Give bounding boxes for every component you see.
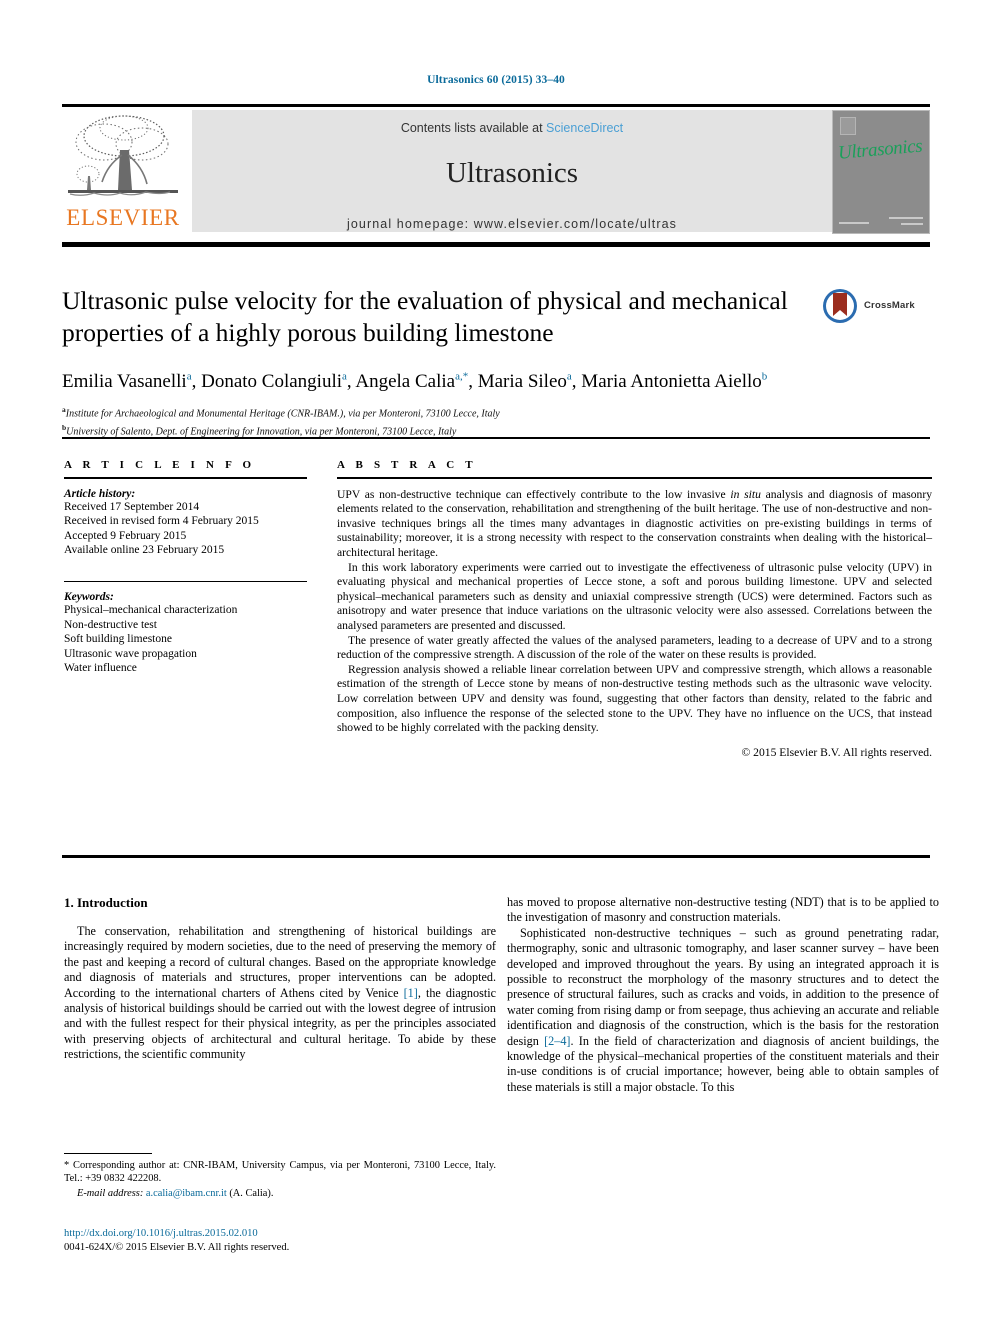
author-name: Maria Sileo xyxy=(477,371,567,393)
affiliation-text: University of Salento, Dept. of Engineer… xyxy=(66,426,457,438)
introduction-left-text: The conservation, rehabilitation and str… xyxy=(64,924,496,1063)
running-head: Ultrasonics 60 (2015) 33–40 xyxy=(427,74,565,86)
cover-footer-line-right-1 xyxy=(889,217,923,219)
elsevier-logo: ELSEVIER xyxy=(62,110,184,232)
article-history-item: Received 17 September 2014 xyxy=(64,500,200,513)
footnote-block: * Corresponding author at: CNR-IBAM, Uni… xyxy=(64,1159,496,1201)
contents-available-line: Contents lists available at ScienceDirec… xyxy=(192,121,832,135)
keyword-item: Soft building limestone xyxy=(64,633,172,646)
article-history-item: Accepted 9 February 2015 xyxy=(64,529,187,542)
body-paragraph: Sophisticated non-destructive techniques… xyxy=(507,926,939,1095)
doi-block: http://dx.doi.org/10.1016/j.ultras.2015.… xyxy=(64,1227,514,1254)
author-sep: , xyxy=(191,371,202,393)
issn-copyright-line: 0041-624X/© 2015 Elsevier B.V. All right… xyxy=(64,1241,290,1253)
abstract-text-italic: in situ xyxy=(730,487,761,501)
abstract-paragraph: In this work laboratory experiments were… xyxy=(337,560,932,632)
author-name: Maria Antonietta Aiello xyxy=(581,371,762,393)
introduction-heading: 1. Introduction xyxy=(64,895,148,910)
keyword-item: Non-destructive test xyxy=(64,618,157,631)
cover-footer-line-left xyxy=(839,222,869,224)
author-entry: Angela Caliaa,*, xyxy=(355,371,477,392)
cover-journal-title: Ultrasonics xyxy=(837,135,923,164)
abstract-heading: A B S T R A C T xyxy=(337,459,477,471)
abstract-body: UPV as non-destructive technique can eff… xyxy=(337,488,932,761)
corresponding-author-note: * Corresponding author at: CNR-IBAM, Uni… xyxy=(64,1160,496,1185)
email-suffix: (A. Calia). xyxy=(226,1188,274,1200)
keywords-rule xyxy=(64,580,307,583)
affiliation-text: Institute for Archaeological and Monumen… xyxy=(65,408,500,420)
abstract-paragraph: UPV as non-destructive technique can eff… xyxy=(337,488,932,561)
journal-masthead: ELSEVIER Contents lists available at Sci… xyxy=(62,110,930,234)
author-sep: , xyxy=(468,371,478,393)
elsevier-tree-icon xyxy=(68,115,178,196)
top-rule xyxy=(62,104,930,107)
article-info-rule xyxy=(64,477,307,479)
author-sep: , xyxy=(571,371,582,393)
elsevier-wordmark: ELSEVIER xyxy=(66,205,180,230)
citation-link[interactable]: [2–4] xyxy=(544,1034,570,1048)
article-history-item: Received in revised form 4 February 2015 xyxy=(64,515,259,528)
contents-prefix: Contents lists available at xyxy=(400,121,547,135)
author-name: Angela Calia xyxy=(355,371,456,393)
article-info-column: A R T I C L E I N F O Article history: R… xyxy=(64,459,307,676)
page-title: Ultrasonic pulse velocity for the evalua… xyxy=(62,286,788,347)
article-history-heading: Article history: xyxy=(64,487,136,500)
title-block: Ultrasonic pulse velocity for the evalua… xyxy=(62,285,930,439)
masthead-bottom-rule xyxy=(62,242,930,247)
crossmark-badge[interactable]: CrossMark xyxy=(822,288,930,328)
cover-badge-icon xyxy=(840,117,856,135)
article-info-heading: A R T I C L E I N F O xyxy=(64,459,256,471)
abstract-section-bottom-rule xyxy=(62,855,930,858)
crossmark-icon xyxy=(823,289,857,323)
cover-footer-line-right-2 xyxy=(901,223,923,225)
keyword-item: Water influence xyxy=(64,662,137,675)
keyword-item: Ultrasonic wave propagation xyxy=(64,647,197,660)
body-paragraph: has moved to propose alternative non-des… xyxy=(507,895,939,925)
author-entry: Emilia Vasanellia, xyxy=(62,371,201,392)
doi-link[interactable]: http://dx.doi.org/10.1016/j.ultras.2015.… xyxy=(64,1227,514,1241)
abstract-rule xyxy=(337,477,932,479)
author-affil-mark: b xyxy=(761,371,768,383)
email-note: E-mail address: a.calia@ibam.cnr.it (A. … xyxy=(64,1187,496,1200)
author-name: Donato Colangiuli xyxy=(201,371,343,393)
keywords-heading: Keywords: xyxy=(64,591,114,604)
article-history-item: Available online 23 February 2015 xyxy=(64,544,225,557)
author-affil-mark: a,* xyxy=(455,371,469,383)
abstract-column: A B S T R A C T UPV as non-destructive t… xyxy=(337,459,932,760)
body-column-left: 1. Introduction The conservation, rehabi… xyxy=(64,895,496,1063)
affiliation-item: aInstitute for Archaeological and Monume… xyxy=(62,403,930,421)
abstract-text-a: UPV as non-destructive technique can eff… xyxy=(337,487,731,501)
introduction-right-text: has moved to propose alternative non-des… xyxy=(507,895,939,1095)
author-name: Emilia Vasanelli xyxy=(62,371,187,393)
body-text-b: . In the field of characterization and d… xyxy=(507,1033,939,1094)
author-entry: Donato Colangiulia, xyxy=(201,371,355,392)
abstract-section-top-rule xyxy=(62,437,930,439)
keyword-item: Physical–mechanical characterization xyxy=(64,604,238,617)
journal-title: Ultrasonics xyxy=(445,157,579,189)
author-entry: Maria Sileoa, xyxy=(478,371,582,392)
citation-link[interactable]: [1] xyxy=(404,986,418,1000)
sciencedirect-band: Contents lists available at ScienceDirec… xyxy=(192,110,832,232)
sciencedirect-link[interactable]: ScienceDirect xyxy=(546,121,623,135)
footnote-rule xyxy=(64,1153,152,1155)
crossmark-label: CrossMark xyxy=(864,300,915,311)
abstract-paragraph: Regression analysis showed a reliable li… xyxy=(337,662,932,735)
abstract-paragraph: The presence of water greatly affected t… xyxy=(337,633,932,662)
article-page: Ultrasonics 60 (2015) 33–40 ELSEVIER Con… xyxy=(0,0,992,1323)
body-paragraph: The conservation, rehabilitation and str… xyxy=(64,924,496,1063)
email-link[interactable]: a.calia@ibam.cnr.it xyxy=(146,1188,227,1199)
body-column-right: has moved to propose alternative non-des… xyxy=(507,895,939,1095)
body-text-a: Sophisticated non-destructive techniques… xyxy=(507,925,939,1048)
journal-cover-thumbnail: Ultrasonics xyxy=(832,110,930,234)
abstract-copyright: © 2015 Elsevier B.V. All rights reserved… xyxy=(741,745,932,759)
affiliation-list: aInstitute for Archaeological and Monume… xyxy=(62,403,930,439)
author-list: Emilia Vasanellia, Donato Colangiulia, A… xyxy=(62,365,930,394)
email-label: E-mail address: xyxy=(77,1188,144,1200)
journal-homepage-link[interactable]: journal homepage: www.elsevier.com/locat… xyxy=(192,217,832,231)
author-entry: Maria Antonietta Aiellob xyxy=(581,371,767,392)
